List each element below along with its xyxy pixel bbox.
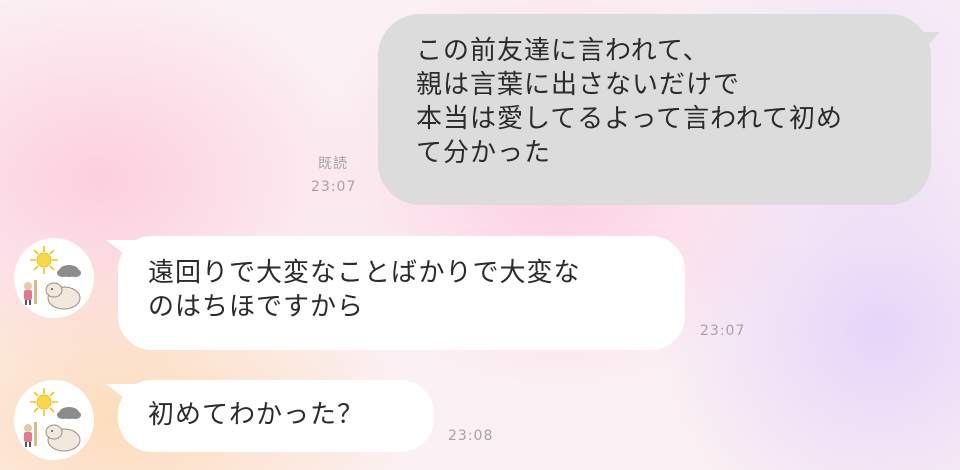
bubble-tail xyxy=(106,384,140,410)
message-line: この前友達に言われて、 xyxy=(416,36,710,66)
message-line: 本当は愛してるよって言われて初め xyxy=(416,104,844,134)
avatar-sun-and-character-icon xyxy=(14,238,94,318)
bubble-tail xyxy=(910,32,940,58)
message-timestamp: 23:08 xyxy=(448,428,494,444)
message-line: 遠回りで大変なことばかりで大変な xyxy=(148,258,581,288)
message-timestamp: 23:07 xyxy=(311,179,357,195)
avatar-sun-and-character-icon xyxy=(14,380,94,460)
message-line: て分かった xyxy=(416,138,552,168)
incoming-message-bubble[interactable]: 初めてわかった？ xyxy=(106,380,434,452)
outgoing-message-bubble[interactable]: この前友達に言われて、 親は言葉に出さないだけで 本当は愛してるよって言われて初… xyxy=(378,14,940,205)
incoming-message-bubble[interactable]: 遠回りで大変なことばかりで大変な のはちほですから xyxy=(106,236,685,350)
read-receipt: 既読 xyxy=(318,156,348,172)
bubble-tail xyxy=(106,240,140,266)
message-line: 初めてわかった？ xyxy=(148,400,365,430)
avatar-icon[interactable] xyxy=(14,238,94,318)
message-timestamp: 23:07 xyxy=(700,323,746,339)
message-line: 親は言葉に出さないだけで xyxy=(416,70,741,100)
message-line: のはちほですから xyxy=(148,292,365,322)
avatar-icon[interactable] xyxy=(14,380,94,460)
